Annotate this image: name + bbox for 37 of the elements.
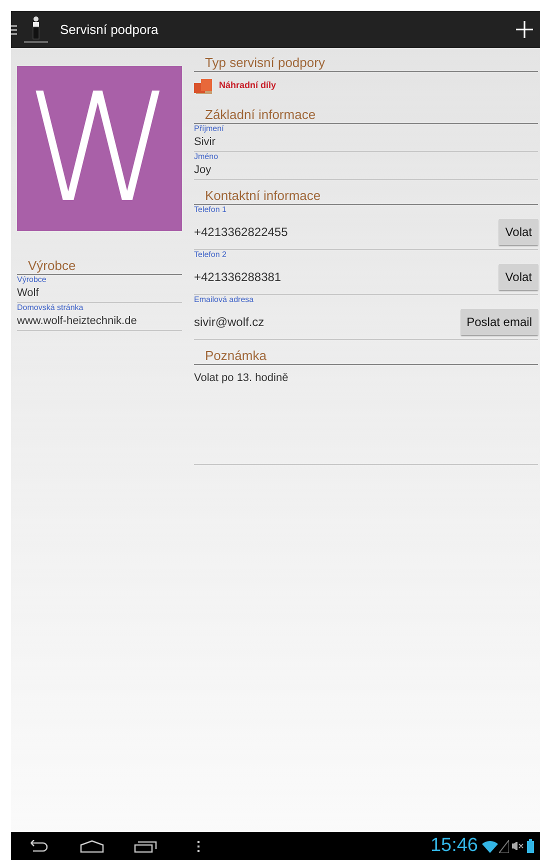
section-header: Poznámka — [205, 347, 268, 364]
app-title: Servisní podpora — [60, 20, 158, 39]
field-value: Sivir — [194, 135, 216, 150]
field-label: Jméno — [194, 152, 218, 162]
battery-icon — [527, 839, 534, 853]
field-value: www.wolf-heiztechnik.de — [17, 314, 137, 329]
note-text: Volat po 13. hodině — [194, 372, 288, 384]
field-label: Domovská stránka — [17, 303, 84, 313]
section-header: Kontaktní informace — [205, 187, 322, 204]
support-type: Náhradní díly — [219, 79, 276, 92]
wifi-icon — [482, 840, 498, 852]
field-value: +4213362822455 — [194, 224, 288, 241]
field-value: sivir@wolf.cz — [194, 314, 264, 331]
action-button[interactable]: Poslat email — [460, 309, 538, 335]
field-label: Telefon 2 — [194, 250, 226, 260]
recent-apps-icon[interactable] — [134, 840, 157, 852]
section-header: Typ servisní podpory — [205, 54, 326, 71]
overflow-menu-icon[interactable] — [197, 840, 200, 852]
action-button[interactable]: Volat — [499, 264, 538, 290]
field-label: Telefon 1 — [194, 205, 226, 215]
boxes-icon — [194, 78, 213, 94]
section-header: Výrobce — [28, 257, 77, 274]
field-value: +421336288381 — [194, 269, 282, 286]
signal-icon — [499, 840, 509, 852]
mute-icon — [512, 842, 524, 850]
action-button[interactable]: Volat — [499, 219, 538, 245]
field-label: Emailová adresa — [194, 295, 254, 305]
field-value: Wolf — [17, 286, 39, 301]
clock: 15:46 — [430, 834, 478, 858]
add-icon[interactable] — [516, 21, 533, 38]
field-label: Výrobce — [17, 275, 46, 285]
field-label: Příjmení — [194, 124, 224, 134]
avatar-letter: W — [25, 74, 174, 224]
field-value: Joy — [194, 163, 212, 178]
home-icon[interactable] — [80, 840, 104, 852]
section-header: Základní informace — [205, 106, 317, 123]
menu-icon[interactable] — [11, 24, 17, 34]
